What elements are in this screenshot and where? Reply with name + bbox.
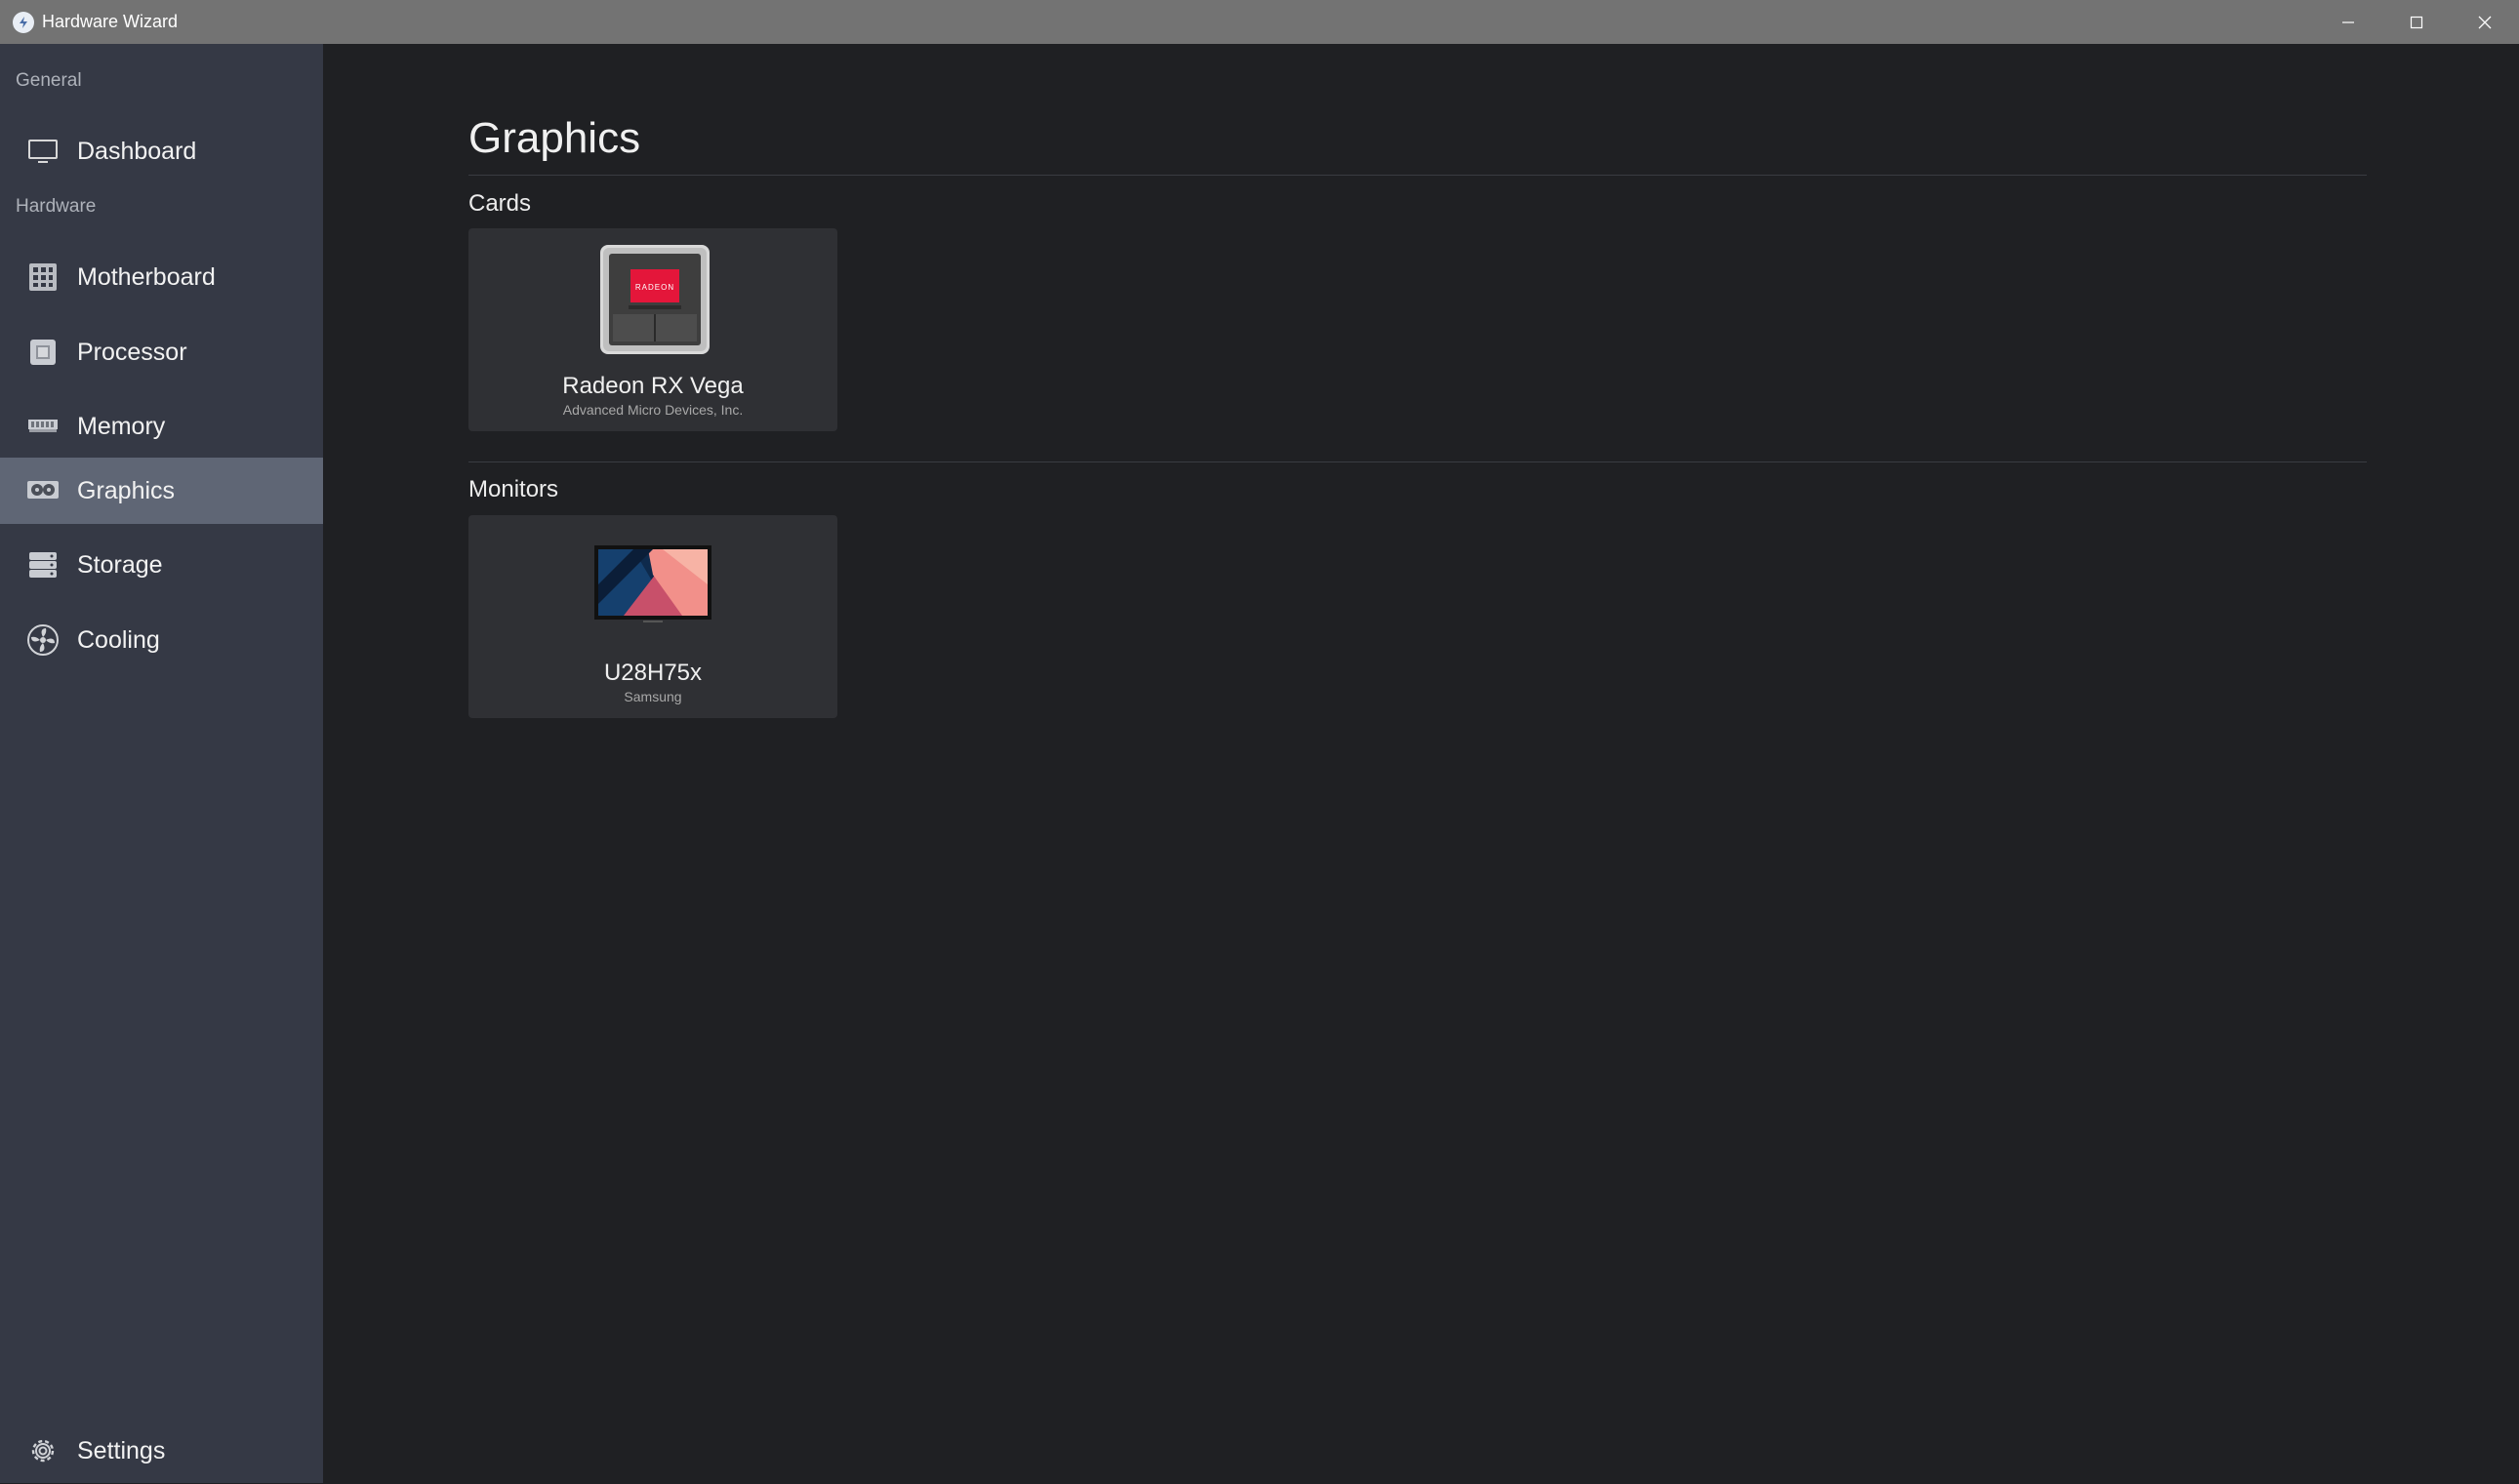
sidebar-item-settings[interactable]: Settings [0,1418,323,1484]
fan-icon [26,623,60,657]
sidebar-section-hardware: Hardware [16,196,97,217]
minimize-icon [2342,20,2354,23]
section-title-monitors: Monitors [468,476,559,502]
sidebar-item-cooling[interactable]: Cooling [0,607,323,673]
gpu-chip-icon: RADEON [599,244,711,360]
device-vendor: Advanced Micro Devices, Inc. [562,402,744,418]
sidebar-item-motherboard[interactable]: Motherboard [0,244,323,310]
monitor-image [594,545,711,630]
maximize-icon [2410,16,2423,28]
page-title: Graphics [468,114,641,162]
section-divider [468,461,2367,462]
maximize-button[interactable] [2382,0,2451,44]
window-title: Hardware Wizard [42,12,179,31]
sidebar-item-label: Cooling [77,625,160,654]
device-card-radeon-rx-vega[interactable]: RADEON Radeon RX Vega Advanced Micro Dev… [468,228,837,431]
sidebar-item-label: Motherboard [77,262,216,291]
monitor-icon [26,135,60,168]
device-card-u28h75x[interactable]: U28H75x Samsung [468,515,837,718]
title-divider [468,175,2367,176]
sidebar-item-label: Dashboard [77,137,197,165]
sidebar-item-storage[interactable]: Storage [0,532,323,598]
motherboard-icon [26,261,60,294]
sidebar-item-dashboard[interactable]: Dashboard [0,118,323,184]
sidebar-item-label: Processor [77,338,187,366]
device-name: Radeon RX Vega [562,373,744,399]
chip-brand-text: RADEON [635,283,674,292]
title-bar: Hardware Wizard [0,0,2519,44]
graphics-card-icon [26,474,60,507]
gear-icon [26,1434,60,1467]
sidebar-item-graphics[interactable]: Graphics [0,458,323,524]
sidebar: General Dashboard Hardware Motherboard P… [0,44,323,1483]
section-title-cards: Cards [468,190,532,217]
main-content: Graphics Cards RADEON Radeon RX Vega Adv… [323,44,2519,1483]
memory-icon [26,410,60,443]
sidebar-section-general: General [16,70,82,91]
sidebar-item-processor[interactable]: Processor [0,319,323,385]
processor-icon [26,336,60,369]
minimize-button[interactable] [2314,0,2382,44]
storage-icon [26,548,60,582]
sidebar-item-label: Storage [77,550,163,579]
sidebar-item-label: Graphics [77,476,176,504]
settings-label: Settings [77,1436,166,1464]
sidebar-item-label: Memory [77,412,166,440]
device-vendor: Samsung [624,689,682,704]
close-button[interactable] [2451,0,2519,44]
sidebar-item-memory[interactable]: Memory [0,393,323,460]
close-icon [2478,16,2492,28]
app-lightning-icon [13,11,34,33]
device-name: U28H75x [603,660,703,686]
